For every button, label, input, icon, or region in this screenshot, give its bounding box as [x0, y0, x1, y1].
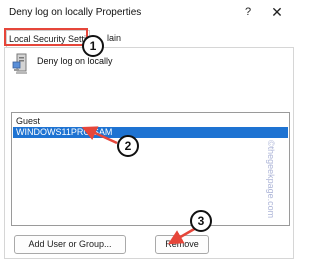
arrow-3 — [167, 226, 197, 245]
watermark: ©thegeekpage.com — [266, 140, 276, 219]
step-3-badge: 3 — [190, 210, 212, 232]
step-2-badge: 2 — [117, 135, 139, 157]
arrow-2 — [81, 126, 118, 145]
step-1-badge: 1 — [82, 35, 104, 57]
annotation-arrows — [81, 126, 197, 245]
